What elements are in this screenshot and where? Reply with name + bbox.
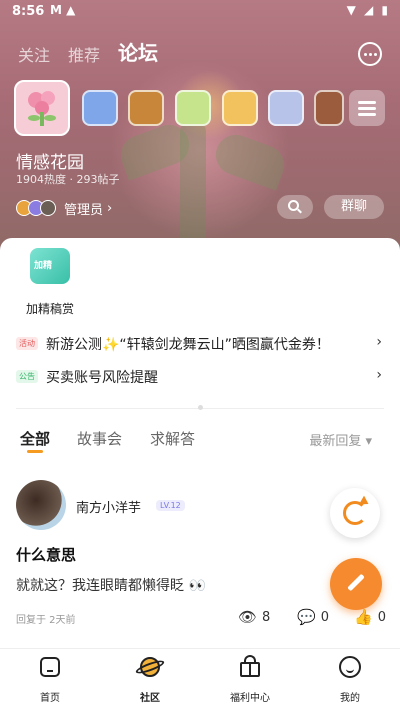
top-tabs: 关注 推荐 论坛 <box>18 41 176 66</box>
bouquet-icon <box>28 91 56 126</box>
post-card[interactable]: 南方小洋芋 LV.12 什么意思 就就这？我连眼睛都懒得眨 👀 回复于 2天前 … <box>16 480 386 630</box>
planet-icon <box>134 655 166 679</box>
tab-recommend[interactable]: 推荐 <box>68 42 100 66</box>
eye-icon: 👁 <box>238 608 258 626</box>
forum-header: 8:56 M ▲ ▼ ◢ ▮ 关注 推荐 论坛 情感花园 1904热度 · 29… <box>0 0 400 250</box>
message-dot <box>374 53 377 56</box>
pen-icon <box>347 573 365 592</box>
nav-home[interactable]: 首页 <box>10 655 90 704</box>
notice-event[interactable]: 活动 新游公测✨“轩辕剑龙舞云山”晒图赢代金券！ › <box>16 334 386 354</box>
post-author[interactable]: 南方小洋芋 <box>76 497 141 516</box>
comment-icon: 💬 <box>297 608 316 626</box>
featured-badge-icon: 加精 <box>30 248 70 284</box>
bottom-nav: 首页 社区 福利中心 我的 <box>0 648 400 710</box>
likes-stat[interactable]: 👍 0 <box>354 608 386 626</box>
forum-icon-flower-bouquet[interactable] <box>14 80 70 136</box>
likes-count: 0 <box>377 609 386 625</box>
message-dot <box>369 53 372 56</box>
sort-dropdown[interactable]: 最新回复 ▾ <box>309 430 372 449</box>
views-count: 8 <box>262 609 271 625</box>
smiley-icon <box>338 655 362 679</box>
nav-label: 首页 <box>40 693 60 704</box>
message-icon[interactable] <box>358 42 382 66</box>
search-button[interactable] <box>277 195 313 219</box>
featured-reward-label: 加精稿赏 <box>25 302 74 316</box>
forum-icon-flower[interactable] <box>175 90 211 126</box>
tab-all[interactable]: 全部 <box>20 428 50 449</box>
status-bar: 8:56 M ▲ ▼ ◢ ▮ <box>0 0 400 24</box>
notice-tag: 活动 <box>16 337 38 350</box>
chevron-right-icon: › <box>107 200 113 216</box>
status-time: 8:56 <box>12 4 45 19</box>
notice-text: 新游公测✨“轩辕剑龙舞云山”晒图赢代金券！ <box>46 337 330 353</box>
post-body[interactable]: 就就这？我连眼睛都懒得眨 👀 <box>16 575 206 595</box>
group-chat-button[interactable]: 群聊 <box>324 195 384 219</box>
forum-switcher <box>14 80 400 136</box>
notice-text: 买卖账号风险提醒 <box>46 370 158 386</box>
tab-questions[interactable]: 求解答 <box>150 428 195 449</box>
forum-icon-character-blue[interactable] <box>82 90 118 126</box>
forum-title: 情感花园 <box>16 153 84 173</box>
badge-icon-text: 加精 <box>34 261 53 271</box>
tab-forum[interactable]: 论坛 <box>118 37 158 66</box>
post-filter-tabs: 全部 故事会 求解答 最新回复 ▾ <box>20 428 380 453</box>
forum-icon-warrior[interactable] <box>314 90 344 126</box>
admin-label: 管理员 <box>64 202 104 218</box>
forum-stats: 1904热度 · 293帖子 <box>16 173 120 186</box>
menu-line <box>358 113 376 116</box>
compose-button[interactable] <box>330 558 382 610</box>
system-icons: ▼ ◢ ▮ <box>346 3 390 17</box>
notice-tag: 公告 <box>16 370 38 383</box>
nav-community[interactable]: 社区 <box>110 655 190 704</box>
avatar[interactable] <box>16 480 66 530</box>
featured-reward-entry[interactable]: 加精 加精稿赏 <box>20 248 80 317</box>
message-dot <box>364 53 367 56</box>
post-title[interactable]: 什么意思 <box>16 544 76 565</box>
home-icon <box>38 655 62 679</box>
divider-dot <box>198 405 203 410</box>
nav-welfare[interactable]: 福利中心 <box>210 655 290 704</box>
comments-stat[interactable]: 💬 0 <box>297 608 329 626</box>
chevron-right-icon: › <box>376 367 382 383</box>
nav-profile[interactable]: 我的 <box>310 655 390 704</box>
comments-count: 0 <box>320 609 329 625</box>
menu-line <box>358 101 376 104</box>
forum-icon-anime-girl[interactable] <box>268 90 304 126</box>
tab-stories[interactable]: 故事会 <box>77 428 122 449</box>
gift-icon <box>238 655 262 679</box>
forum-menu-button[interactable] <box>349 90 385 126</box>
notification-icons: M ▲ <box>50 3 76 17</box>
search-icon-handle <box>297 208 302 214</box>
post-reply-time: 回复于 2天前 <box>16 615 76 626</box>
nav-label: 我的 <box>340 693 360 704</box>
admin-entry[interactable]: 管理员 › <box>16 199 113 218</box>
chevron-right-icon: › <box>376 334 382 350</box>
views-stat: 👁 8 <box>238 608 270 626</box>
forum-icon-cake[interactable] <box>222 90 258 126</box>
nav-label: 福利中心 <box>230 693 270 704</box>
active-tab-indicator <box>27 450 43 453</box>
refresh-button[interactable] <box>330 488 380 538</box>
admin-avatar <box>40 200 56 216</box>
menu-line <box>358 107 376 110</box>
tab-follow[interactable]: 关注 <box>18 42 50 66</box>
level-badge: LV.12 <box>156 500 185 511</box>
forum-icon-hero-armor[interactable] <box>128 90 164 126</box>
thumbs-up-icon: 👍 <box>354 608 373 626</box>
notice-announcement[interactable]: 公告 买卖账号风险提醒 › <box>16 367 386 387</box>
nav-label: 社区 <box>140 693 160 704</box>
